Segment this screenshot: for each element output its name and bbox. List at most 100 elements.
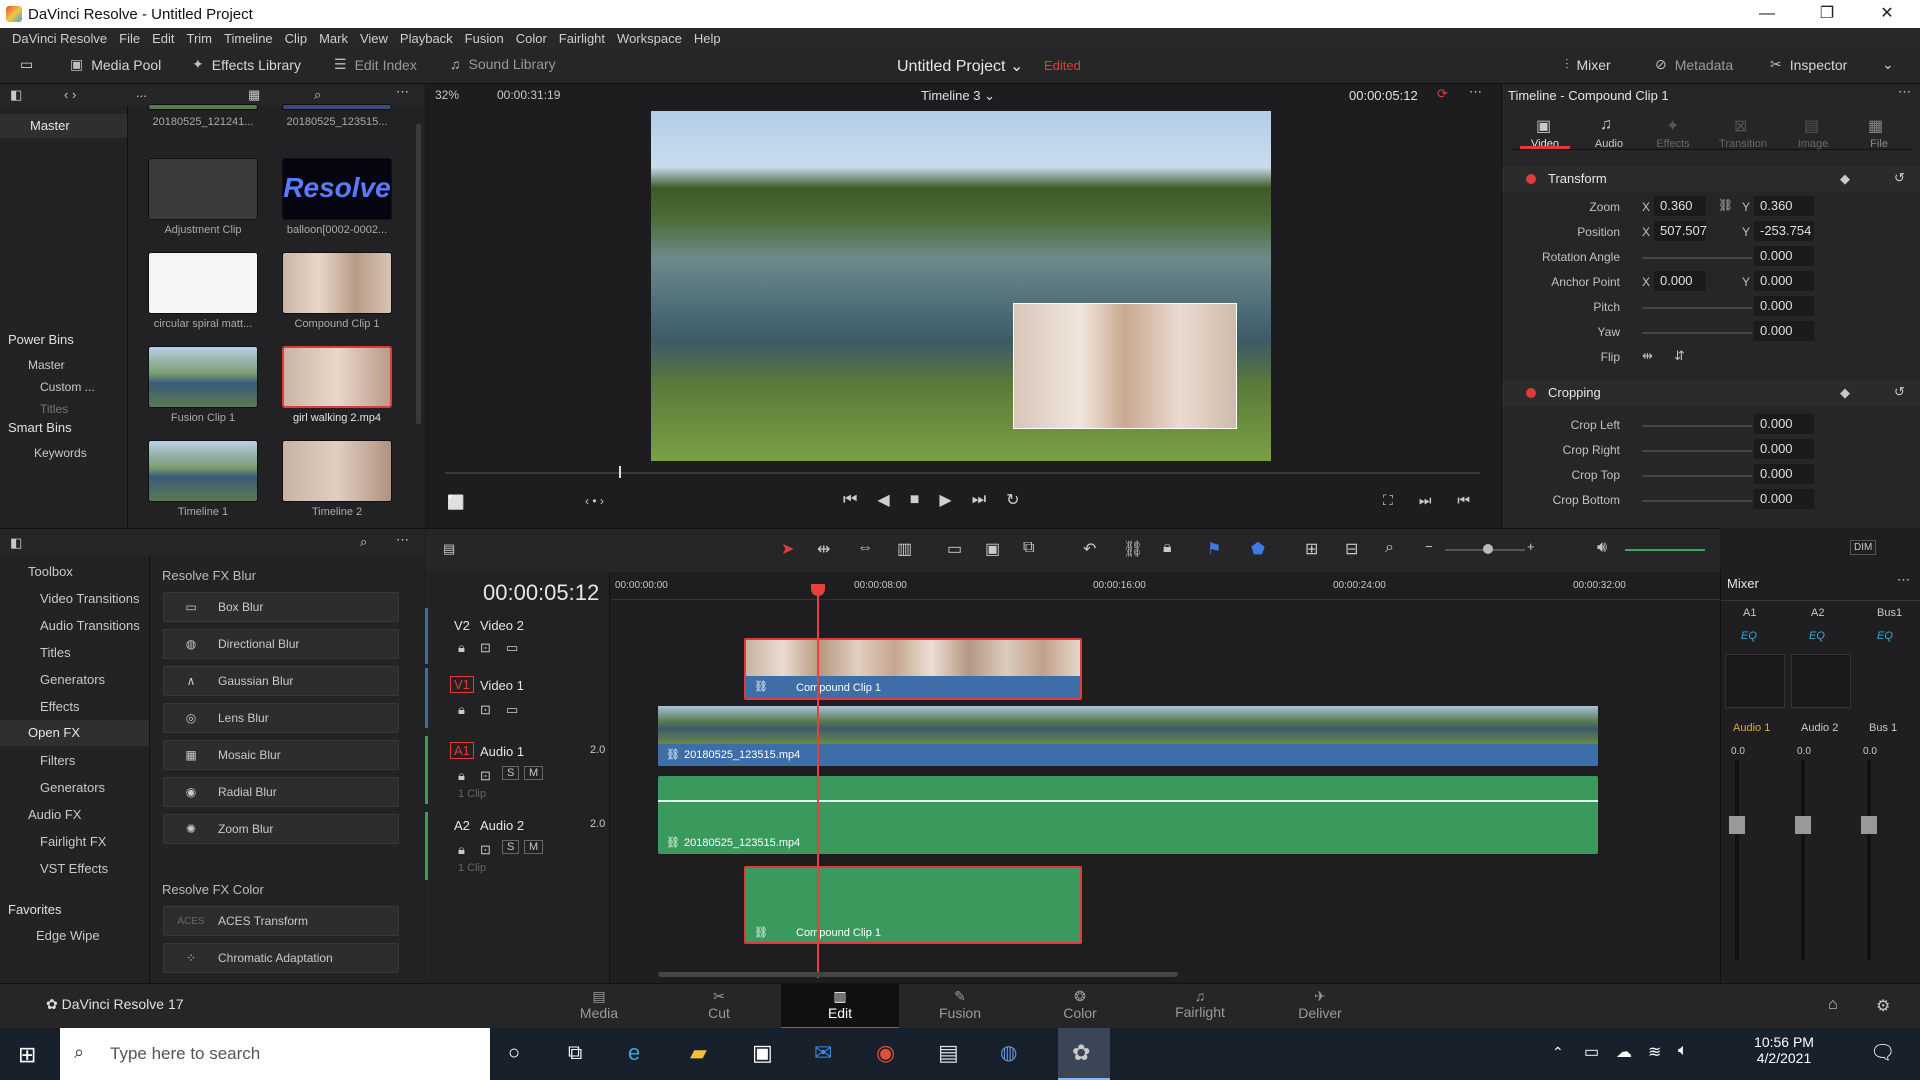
tree-audiofx[interactable]: Audio FX [28, 807, 81, 822]
dynamic-trim-icon[interactable]: ⇔ [857, 539, 873, 557]
crop-top-slider[interactable] [1642, 475, 1752, 477]
inspector-button[interactable]: ✂ Inspector [1770, 56, 1847, 73]
menu-edit[interactable]: Edit [152, 31, 174, 46]
tab-image[interactable]: Image [1780, 138, 1846, 150]
tree-filters[interactable]: Filters [40, 753, 75, 768]
effects-sidebar-toggle-icon[interactable]: ◧ [10, 535, 22, 551]
cropping-header[interactable]: Cropping ◆ ↺ [1502, 380, 1920, 406]
fx-zoom-blur[interactable]: ✺ Zoom Blur [163, 814, 399, 844]
crop-top-field[interactable]: 0.000 [1754, 464, 1814, 484]
play-icon[interactable]: ▶ [939, 490, 951, 510]
volume-slider[interactable] [1625, 549, 1705, 551]
expand-icon[interactable]: ⌄ [1882, 56, 1894, 73]
edit-index-button[interactable]: ☰ Edit Index [334, 56, 417, 73]
eq-bus1[interactable]: EQ [1877, 630, 1893, 642]
blade-tool-icon[interactable]: ▥ [897, 539, 912, 559]
smart-bins-header[interactable]: Smart Bins [8, 420, 72, 435]
page-fusion[interactable]: ✎ Fusion [900, 988, 1020, 1021]
track-lock-icon[interactable]: 🔒︎ [458, 640, 465, 656]
menu-fusion[interactable]: Fusion [465, 31, 504, 46]
track-auto-select-icon[interactable]: ⊡ [480, 640, 491, 656]
track-auto-select-icon[interactable]: ⊡ [480, 768, 491, 784]
crop-bottom-field[interactable]: 0.000 [1754, 489, 1814, 509]
layout-icon[interactable]: ▭ [20, 56, 33, 73]
track-auto-select-icon[interactable]: ⊡ [480, 842, 491, 858]
resolve-taskbar-button[interactable]: ✿ [1058, 1028, 1110, 1080]
zoom-custom-icon[interactable]: ⌕ [1385, 539, 1394, 557]
cortana-icon[interactable]: ○ [508, 1042, 520, 1065]
blur-group-header[interactable]: Resolve FX Blur [162, 568, 256, 583]
close-icon[interactable]: ✕ [1864, 0, 1910, 28]
tree-fairlight-fx[interactable]: Fairlight FX [40, 834, 106, 849]
menu-timeline[interactable]: Timeline [224, 31, 273, 46]
favorites-header[interactable]: Favorites [8, 902, 61, 917]
nav-back-icon[interactable]: ‹ › [64, 87, 76, 102]
selection-tool-icon[interactable]: ➤ [781, 539, 794, 559]
play-reverse-icon[interactable]: ◀ [877, 490, 889, 510]
crop-right-slider[interactable] [1642, 450, 1752, 452]
snapping-icon[interactable]: ↶ [1083, 539, 1096, 559]
taskbar-clock[interactable]: 10:56 PM 4/2/2021 [1744, 1034, 1824, 1066]
fullscreen-icon[interactable]: ⛶ [1383, 492, 1393, 509]
zoom-full-icon[interactable]: ⊞ [1305, 539, 1318, 559]
mixer-button[interactable]: ⫶ Mixer [1565, 56, 1611, 73]
clip-balloon[interactable]: Resolve balloon[0002-0002... [282, 158, 407, 236]
pitch-slider[interactable] [1642, 307, 1752, 309]
speaker-icon[interactable]: 🔈︎ [1678, 1042, 1688, 1060]
track-visibility-icon[interactable]: ▭ [506, 702, 518, 718]
grid-view-icon[interactable]: ▦ [248, 87, 260, 103]
mute-button[interactable]: M [524, 840, 544, 854]
tree-video-transitions[interactable]: Video Transitions [40, 591, 140, 606]
viewer-image[interactable] [651, 111, 1271, 461]
fx-directional-blur[interactable]: ◍ Directional Blur [163, 629, 399, 659]
menu-resolve[interactable]: DaVinci Resolve [12, 31, 107, 46]
minimize-icon[interactable]: — [1744, 0, 1790, 28]
cropping-toggle[interactable] [1526, 388, 1536, 398]
jog-icon[interactable]: ‹ • › [585, 494, 604, 508]
favorite-edge-wipe[interactable]: Edge Wipe [36, 928, 100, 943]
menu-view[interactable]: View [360, 31, 388, 46]
taskbar-search-box[interactable]: ⌕ Type here to search [60, 1028, 490, 1080]
media-pool-button[interactable]: ▣ Media Pool [70, 56, 161, 73]
position-y-field[interactable]: -253.754 [1754, 221, 1814, 241]
tray-chevron-icon[interactable]: ⌃ [1552, 1044, 1564, 1061]
overwrite-clip-icon[interactable]: ▣ [985, 539, 1000, 559]
viewer-mode-icon[interactable]: ⬜ [447, 494, 464, 511]
fader-knob-a1[interactable] [1729, 816, 1745, 834]
chrome-icon[interactable]: ◉ [876, 1040, 895, 1066]
fader-track-a2[interactable] [1801, 760, 1805, 960]
tab-audio[interactable]: Audio [1576, 138, 1642, 150]
eq-a2[interactable]: EQ [1809, 630, 1825, 642]
solo-button[interactable]: S [502, 840, 520, 854]
clip-fusion[interactable]: Fusion Clip 1 [148, 346, 273, 424]
clip-adjustment[interactable]: Adjustment Clip [148, 158, 273, 236]
battery-icon[interactable]: ▭ [1584, 1042, 1599, 1062]
tab-file[interactable]: File [1846, 138, 1912, 150]
flip-vertical-icon[interactable]: ⇵ [1674, 348, 1685, 364]
effects-options-icon[interactable]: ⋯ [396, 532, 409, 548]
replace-clip-icon[interactable]: ⧉ [1023, 539, 1034, 557]
track-lock-icon[interactable]: 🔒︎ [458, 702, 465, 718]
yaw-slider[interactable] [1642, 332, 1752, 334]
effects-library-button[interactable]: ✦ Effects Library [192, 56, 301, 73]
app-icon[interactable]: ▤ [938, 1040, 959, 1066]
menu-workspace[interactable]: Workspace [617, 31, 682, 46]
reset-icon[interactable]: ↺ [1894, 170, 1905, 186]
track-lock-icon[interactable]: 🔒︎ [458, 768, 465, 784]
clip-thumb-2[interactable]: 20180525_123515... [282, 104, 407, 128]
zoom-out-icon[interactable]: − [1425, 539, 1433, 554]
bin-master[interactable]: Master [0, 114, 127, 138]
timeline-scrollbar[interactable] [658, 972, 1178, 977]
insert-clip-icon[interactable]: ▭ [947, 539, 962, 559]
fader-knob-a2[interactable] [1795, 816, 1811, 834]
clip-girl-walking[interactable]: girl walking 2.mp4 [282, 346, 407, 424]
media-pool-scrollbar[interactable] [416, 124, 421, 424]
project-title[interactable]: Untitled Project ⌄ [897, 56, 1023, 76]
mixer-options-icon[interactable]: ⋯ [1897, 572, 1910, 588]
tab-effects[interactable]: Effects [1640, 138, 1706, 150]
sync-icon[interactable]: ⟳ [1437, 86, 1448, 102]
fader-track-a1[interactable] [1735, 760, 1739, 960]
home-icon[interactable]: ⌂ [1828, 996, 1838, 1014]
marker-icon[interactable]: ⬟ [1251, 539, 1265, 559]
track-visibility-icon[interactable]: ▭ [506, 640, 518, 656]
